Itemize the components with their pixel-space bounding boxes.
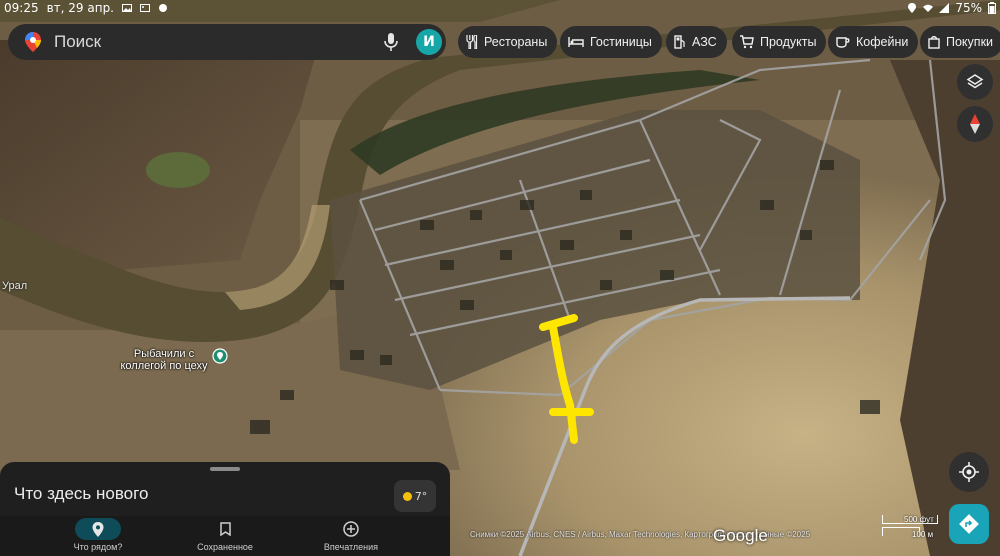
location-pin-icon xyxy=(92,521,104,537)
chip-label: Кофейни xyxy=(856,35,909,49)
nav-contribute-icon-wrap xyxy=(328,518,374,540)
status-date: вт, 29 апр. xyxy=(46,1,114,15)
microphone-icon[interactable] xyxy=(382,32,400,52)
gallery-icon xyxy=(122,4,132,12)
status-time: 09:25 xyxy=(4,1,39,15)
chip-restaurants[interactable]: Рестораны xyxy=(458,26,558,58)
nav-label: Что рядом? xyxy=(73,542,123,552)
river-label: Урал xyxy=(2,280,28,292)
map-lake xyxy=(146,152,210,188)
nav-label: Впечатления xyxy=(323,542,379,552)
chip-label: АЗС xyxy=(692,35,717,49)
nav-explore-icon-wrap xyxy=(75,518,121,540)
account-avatar[interactable]: И xyxy=(416,29,442,55)
nav-contribute[interactable]: Впечатления xyxy=(296,518,406,556)
layers-icon xyxy=(966,74,984,89)
chip-label: Продукты xyxy=(760,35,817,49)
nav-label: Сохраненное xyxy=(197,542,253,552)
nav-explore[interactable]: Что рядом? xyxy=(43,518,153,556)
my-location-button[interactable] xyxy=(949,452,989,492)
gas-station-icon xyxy=(674,35,685,49)
compass-icon xyxy=(970,114,980,134)
chip-hotels[interactable]: Гостиницы xyxy=(560,26,662,58)
category-chips: Рестораны Гостиницы АЗС Продукты Кофейни… xyxy=(458,26,1000,58)
scale-label-top: 500 фут xyxy=(904,515,934,524)
saved-place-pin-icon[interactable] xyxy=(212,348,228,364)
battery-icon xyxy=(988,2,996,14)
directions-button[interactable] xyxy=(949,504,989,544)
chip-gas[interactable]: АЗС xyxy=(666,26,727,58)
sheet-drag-handle[interactable] xyxy=(210,467,240,471)
place-label-line1: Рыбачили с xyxy=(133,348,195,360)
search-input[interactable]: Поиск xyxy=(54,32,101,52)
notification-icon xyxy=(159,4,167,12)
layers-button[interactable] xyxy=(957,64,993,100)
sheet-title: Что здесь нового xyxy=(14,484,149,503)
compass-button[interactable] xyxy=(957,106,993,142)
wifi-icon xyxy=(923,4,934,12)
scale-label-bottom: 100 м xyxy=(912,530,934,539)
weather-badge[interactable]: 7° xyxy=(394,480,436,512)
nav-saved[interactable]: Сохраненное xyxy=(170,518,280,556)
battery-level: 75% xyxy=(955,1,982,15)
chip-groceries[interactable]: Продукты xyxy=(732,26,827,58)
hotel-icon xyxy=(568,37,584,47)
coffee-icon xyxy=(836,37,850,48)
bookmark-icon xyxy=(219,522,231,536)
directions-icon xyxy=(959,514,979,534)
nav-saved-icon-wrap xyxy=(202,518,248,540)
bottom-nav: Что рядом? Сохраненное Впечатления xyxy=(0,516,450,556)
chip-label: Рестораны xyxy=(484,35,548,49)
restaurant-icon xyxy=(466,35,478,49)
place-label-line2: коллегой по цеху xyxy=(120,360,208,372)
status-bar: 09:25 вт, 29 апр. 75% xyxy=(0,0,1000,18)
chip-label: Покупки xyxy=(946,35,994,49)
bottom-sheet[interactable]: Что здесь нового 7° Что рядом? Сохраненн… xyxy=(0,462,450,556)
chip-coffee[interactable]: Кофейни xyxy=(828,26,919,58)
my-location-icon xyxy=(959,462,979,482)
google-maps-pin-icon xyxy=(25,32,41,52)
chip-label: Гостиницы xyxy=(590,35,652,49)
gallery-icon-2 xyxy=(140,4,150,12)
location-icon xyxy=(908,3,917,13)
map-scale: 500 фут 100 м xyxy=(880,515,942,543)
shopping-bag-icon xyxy=(928,36,940,49)
shopping-cart-icon xyxy=(740,35,754,49)
sun-icon xyxy=(402,491,412,501)
signal-icon xyxy=(939,3,950,13)
place-label[interactable]: Рыбачили с коллегой по цеху xyxy=(112,348,216,372)
chip-shopping[interactable]: Покупки xyxy=(920,26,1000,58)
google-logo: Google xyxy=(713,526,768,545)
add-circle-icon xyxy=(343,521,359,537)
search-bar[interactable]: Поиск И xyxy=(8,24,446,60)
weather-temp: 7° xyxy=(414,489,428,503)
